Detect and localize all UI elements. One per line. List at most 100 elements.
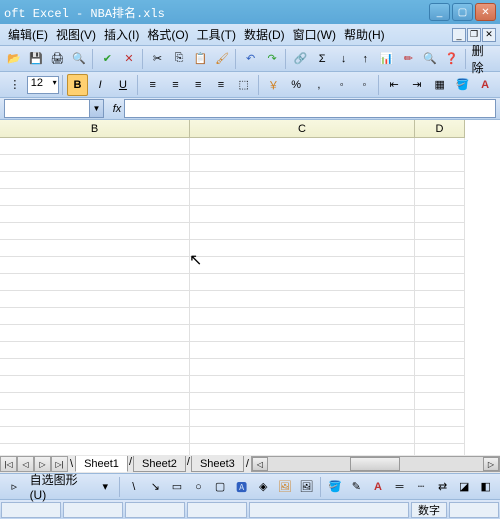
spell-icon[interactable]: ✔ xyxy=(97,48,118,70)
merge-icon[interactable]: ⬚ xyxy=(233,74,255,96)
underline-button[interactable]: U xyxy=(112,74,134,96)
font-color-icon[interactable]: A xyxy=(368,476,389,498)
cell[interactable] xyxy=(190,138,415,155)
cell[interactable] xyxy=(0,138,190,155)
cell[interactable] xyxy=(0,274,190,291)
percent-icon[interactable]: % xyxy=(285,74,307,96)
cell[interactable] xyxy=(415,427,465,444)
cell[interactable] xyxy=(190,376,415,393)
cell[interactable] xyxy=(190,206,415,223)
fill-color-icon[interactable]: 🪣 xyxy=(325,476,346,498)
comma-icon[interactable]: , xyxy=(308,74,330,96)
menu-data[interactable]: 数据(D) xyxy=(240,24,289,45)
cell[interactable] xyxy=(415,189,465,206)
menu-view[interactable]: 视图(V) xyxy=(52,24,100,45)
cell[interactable] xyxy=(0,206,190,223)
align-left-icon[interactable]: ≡ xyxy=(142,74,164,96)
sheet-tab-sheet3[interactable]: Sheet3 xyxy=(191,456,244,472)
bold-button[interactable]: B xyxy=(67,74,89,96)
dropdown-icon[interactable]: ▾ xyxy=(95,476,116,498)
arrow-icon[interactable]: ↘ xyxy=(145,476,166,498)
cell[interactable] xyxy=(0,240,190,257)
doc-restore-button[interactable]: ❐ xyxy=(467,28,481,42)
cell[interactable] xyxy=(190,342,415,359)
fx-label[interactable]: fx xyxy=(104,103,124,115)
cell[interactable] xyxy=(415,410,465,427)
cell[interactable] xyxy=(190,393,415,410)
drawing-icon[interactable]: ✏ xyxy=(398,48,419,70)
borders-icon[interactable]: ▦ xyxy=(429,74,451,96)
cell[interactable] xyxy=(415,138,465,155)
font-size-selector[interactable]: 12 xyxy=(27,76,59,94)
cell[interactable] xyxy=(415,342,465,359)
sort-asc-icon[interactable]: ↓ xyxy=(333,48,354,70)
cell[interactable] xyxy=(190,325,415,342)
research-icon[interactable]: ✕ xyxy=(119,48,140,70)
cell[interactable] xyxy=(190,189,415,206)
grid-rows[interactable] xyxy=(0,138,500,455)
cell[interactable] xyxy=(0,172,190,189)
sheet-tab-sheet2[interactable]: Sheet2 xyxy=(133,456,186,472)
cell[interactable] xyxy=(0,410,190,427)
wordart-icon[interactable]: 🅰 xyxy=(231,476,252,498)
cell[interactable] xyxy=(0,359,190,376)
cell[interactable] xyxy=(415,172,465,189)
cell[interactable] xyxy=(190,427,415,444)
cell[interactable] xyxy=(415,325,465,342)
menu-tools[interactable]: 工具(T) xyxy=(193,24,240,45)
preview-icon[interactable]: 🔍 xyxy=(69,48,90,70)
picture-icon[interactable]: 🖼 xyxy=(296,476,317,498)
cell[interactable] xyxy=(0,291,190,308)
cell[interactable] xyxy=(190,444,415,455)
cut-icon[interactable]: ✂ xyxy=(147,48,168,70)
diagram-icon[interactable]: ◈ xyxy=(253,476,274,498)
format-painter-icon[interactable]: 🖌 xyxy=(212,48,233,70)
increase-indent-icon[interactable]: ⇥ xyxy=(406,74,428,96)
paste-icon[interactable]: 📋 xyxy=(190,48,211,70)
autosum-icon[interactable]: Σ xyxy=(312,48,333,70)
scroll-right-icon[interactable]: ▷ xyxy=(483,457,499,471)
horizontal-scrollbar[interactable]: ◁ ▷ xyxy=(251,456,500,472)
scroll-left-icon[interactable]: ◁ xyxy=(252,457,268,471)
menu-window[interactable]: 窗口(W) xyxy=(289,24,340,45)
name-box[interactable] xyxy=(4,99,90,118)
decrease-decimal-icon[interactable]: ◦ xyxy=(354,74,376,96)
arrow-style-icon[interactable]: ⇄ xyxy=(432,476,453,498)
minimize-button[interactable]: _ xyxy=(429,3,450,21)
cell[interactable] xyxy=(190,291,415,308)
tab-first-icon[interactable]: |◁ xyxy=(0,456,17,472)
rectangle-icon[interactable]: ▭ xyxy=(167,476,188,498)
pointer-icon[interactable]: ▹ xyxy=(4,476,25,498)
redo-icon[interactable]: ↷ xyxy=(262,48,283,70)
maximize-button[interactable]: ▢ xyxy=(452,3,473,21)
column-header-d[interactable]: D xyxy=(415,120,465,138)
cell[interactable] xyxy=(190,223,415,240)
cell[interactable] xyxy=(190,257,415,274)
cell[interactable] xyxy=(415,393,465,410)
formula-bar[interactable] xyxy=(124,99,496,118)
line-icon[interactable]: \ xyxy=(124,476,145,498)
cell[interactable] xyxy=(415,257,465,274)
cell[interactable] xyxy=(0,155,190,172)
doc-minimize-button[interactable]: _ xyxy=(452,28,466,42)
cell[interactable] xyxy=(415,274,465,291)
cell[interactable] xyxy=(190,410,415,427)
increase-decimal-icon[interactable]: ◦ xyxy=(331,74,353,96)
column-header-b[interactable]: B xyxy=(0,120,190,138)
clipart-icon[interactable]: 🖼 xyxy=(274,476,295,498)
cell[interactable] xyxy=(415,206,465,223)
cell[interactable] xyxy=(415,359,465,376)
open-icon[interactable]: 📂 xyxy=(4,48,25,70)
dash-style-icon[interactable]: ┄ xyxy=(411,476,432,498)
3d-icon[interactable]: ◧ xyxy=(475,476,496,498)
hyperlink-icon[interactable]: 🔗 xyxy=(290,48,311,70)
fill-color-icon[interactable]: 🪣 xyxy=(452,74,474,96)
shadow-icon[interactable]: ◪ xyxy=(454,476,475,498)
cell[interactable] xyxy=(190,359,415,376)
cell[interactable] xyxy=(0,223,190,240)
italic-button[interactable]: I xyxy=(89,74,111,96)
currency-icon[interactable]: ￥ xyxy=(263,74,285,96)
chart-icon[interactable]: 📊 xyxy=(377,48,398,70)
cell[interactable] xyxy=(190,240,415,257)
menu-help[interactable]: 帮助(H) xyxy=(340,24,389,45)
